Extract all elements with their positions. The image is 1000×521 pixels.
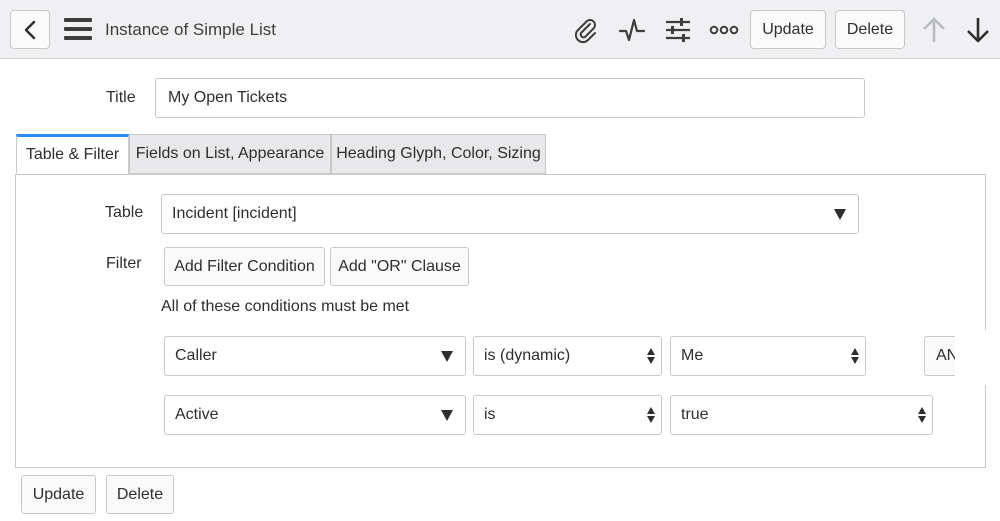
- condition-operator-value: is (dynamic): [484, 347, 571, 364]
- update-bottom-button[interactable]: Update: [21, 475, 96, 514]
- table-label: Table: [105, 204, 144, 221]
- sort-arrows-icon: [647, 347, 655, 365]
- sort-arrows-icon: [647, 406, 655, 424]
- condition-operator-value: is: [484, 406, 496, 423]
- condition-value-value: true: [681, 406, 709, 423]
- title-label: Title: [106, 89, 136, 106]
- chevron-down-icon: [441, 410, 453, 421]
- more-icon[interactable]: [708, 14, 740, 46]
- sort-arrows-icon: [918, 406, 926, 424]
- back-button[interactable]: [10, 10, 50, 49]
- condition-value-select[interactable]: true: [670, 395, 933, 435]
- form-title: Instance of Simple List: [105, 20, 277, 39]
- sort-arrows-icon: [851, 347, 859, 365]
- clip-mask: [955, 330, 986, 385]
- activity-icon[interactable]: [616, 14, 648, 46]
- chevron-down-icon: [441, 351, 453, 362]
- title-input[interactable]: My Open Tickets: [155, 78, 865, 118]
- table-select[interactable]: Incident [incident]: [161, 194, 859, 234]
- condition-operator-select[interactable]: is: [473, 395, 662, 435]
- condition-field-select[interactable]: Active: [164, 395, 466, 435]
- tab-table-filter[interactable]: Table & Filter: [16, 134, 129, 174]
- condition-value-select[interactable]: Me: [670, 336, 866, 376]
- conditions-text: All of these conditions must be met: [161, 298, 410, 315]
- form-header: Instance of Simple List Update Delete: [0, 0, 1000, 59]
- arrow-down-icon[interactable]: [962, 14, 994, 46]
- tab-fields-appearance[interactable]: Fields on List, Appearance: [129, 134, 331, 174]
- chevron-down-icon: [834, 209, 846, 220]
- table-select-value: Incident [incident]: [172, 205, 297, 222]
- menu-icon[interactable]: [64, 18, 92, 40]
- sliders-icon[interactable]: [662, 14, 694, 46]
- condition-operator-select[interactable]: is (dynamic): [473, 336, 662, 376]
- tab-heading-glyph[interactable]: Heading Glyph, Color, Sizing: [331, 134, 546, 174]
- condition-field-value: Caller: [175, 347, 217, 364]
- delete-button[interactable]: Delete: [835, 10, 905, 49]
- arrow-up-icon[interactable]: [918, 14, 950, 46]
- add-filter-condition-button[interactable]: Add Filter Condition: [164, 247, 325, 286]
- chevron-left-icon: [24, 20, 36, 39]
- filter-label: Filter: [106, 255, 142, 272]
- condition-field-value: Active: [175, 406, 219, 423]
- add-or-clause-button[interactable]: Add "OR" Clause: [330, 247, 469, 286]
- paperclip-icon[interactable]: [569, 14, 601, 46]
- condition-value-value: Me: [681, 347, 704, 364]
- update-button[interactable]: Update: [750, 10, 826, 49]
- delete-bottom-button[interactable]: Delete: [106, 475, 174, 514]
- condition-field-select[interactable]: Caller: [164, 336, 466, 376]
